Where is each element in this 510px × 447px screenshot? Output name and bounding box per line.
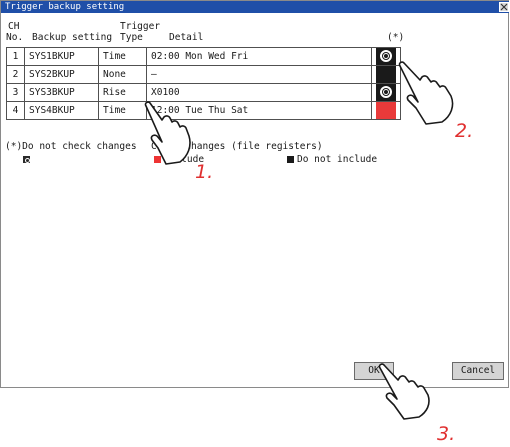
step-label-1: 1. <box>195 161 214 183</box>
row-trigger-type: Rise <box>98 83 147 102</box>
row-trigger-type: Time <box>98 101 147 120</box>
header-type: Type <box>120 32 143 43</box>
pointing-hand-icon <box>398 61 454 125</box>
do-not-include-icon <box>287 156 294 163</box>
row-backup-name: SYS1BKUP <box>24 47 99 66</box>
close-icon <box>500 3 508 11</box>
header-backup-setting: Backup setting <box>32 32 113 43</box>
check-toggle-do-not-include[interactable] <box>376 66 396 83</box>
row-trigger-type: Time <box>98 47 147 66</box>
legend-do-not-include-label: Do not include <box>297 154 378 165</box>
title-bar: Trigger backup setting <box>1 1 509 13</box>
row-backup-name: SYS4BKUP <box>24 101 99 120</box>
step-label-2: 2. <box>455 120 474 142</box>
header-trigger: Trigger <box>120 21 161 32</box>
close-button[interactable] <box>499 2 509 12</box>
backup-table: 1 SYS1BKUP Time 02:00 Mon Wed Fri 2 SYS2… <box>6 47 401 120</box>
window-title: Trigger backup setting <box>5 2 125 12</box>
pointing-hand-icon <box>378 363 430 420</box>
table-row[interactable]: 3 SYS3BKUP Rise X0100 <box>6 83 401 102</box>
row-no: 2 <box>6 65 25 84</box>
table-row[interactable]: 2 SYS2BKUP None — <box>6 65 401 84</box>
step-label-3: 3. <box>437 423 456 445</box>
row-no: 4 <box>6 101 25 120</box>
legend-do-not-check-label: (*)Do not check changes <box>5 141 137 152</box>
row-no: 3 <box>6 83 25 102</box>
header-check: (*) <box>387 32 405 43</box>
row-trigger-type: None <box>98 65 147 84</box>
table-row[interactable]: 1 SYS1BKUP Time 02:00 Mon Wed Fri <box>6 47 401 66</box>
table-row[interactable]: 4 SYS4BKUP Time 12:00 Tue Thu Sat <box>6 101 401 120</box>
row-backup-name: SYS3BKUP <box>24 83 99 102</box>
header-no: No. <box>6 32 24 43</box>
row-detail: 02:00 Mon Wed Fri <box>146 47 372 66</box>
row-backup-name: SYS2BKUP <box>24 65 99 84</box>
do-not-check-icon <box>23 156 30 163</box>
pointing-hand-icon <box>144 101 191 165</box>
row-detail: — <box>146 65 372 84</box>
trigger-backup-dialog: Trigger backup setting CH No. Backup set… <box>0 0 509 388</box>
check-toggle-do-not-check[interactable] <box>376 48 396 65</box>
header-ch: CH <box>8 21 20 32</box>
check-toggle-do-not-check[interactable] <box>376 84 396 101</box>
cancel-button[interactable]: Cancel <box>452 362 504 380</box>
row-detail: X0100 <box>146 83 372 102</box>
row-no: 1 <box>6 47 25 66</box>
header-detail: Detail <box>169 32 204 43</box>
check-toggle-include[interactable] <box>376 102 396 119</box>
